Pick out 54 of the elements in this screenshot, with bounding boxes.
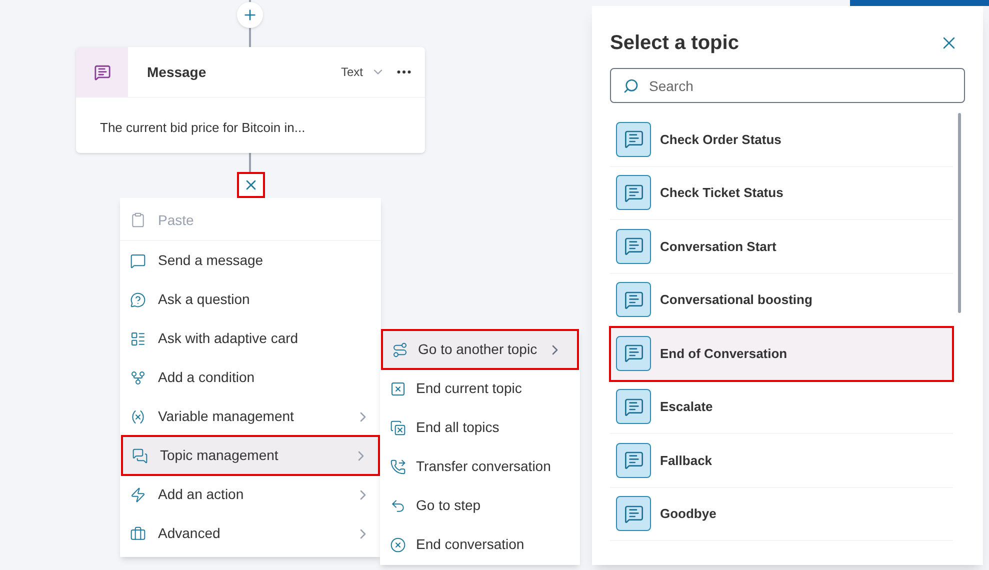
format-dropdown[interactable]: Text (340, 63, 385, 81)
route-arrow-icon (392, 342, 408, 358)
menu-item[interactable]: Topic management (122, 436, 379, 475)
add-node-button[interactable] (237, 2, 263, 28)
briefcase-icon (130, 526, 146, 542)
topic-chat-icon (616, 442, 651, 478)
submenu-item[interactable]: Go to another topic (382, 330, 578, 369)
chat-bubble-icon (130, 252, 146, 268)
submenu-item[interactable]: End all topics (380, 408, 580, 447)
search-field[interactable]: Search (610, 68, 965, 103)
submenu-item[interactable]: Transfer conversation (380, 447, 580, 486)
topic-item[interactable]: Check Order Status (610, 113, 953, 166)
menu-item[interactable]: Ask a question (120, 280, 381, 319)
menu-item[interactable]: Send a message (120, 241, 381, 280)
plus-icon (242, 7, 258, 23)
search-icon (623, 78, 639, 94)
topic-chat-icon (616, 389, 651, 424)
topic-chat-icon (616, 175, 651, 210)
topic-item[interactable]: Conversation Start (610, 220, 953, 274)
message-preview: The current bid price for Bitcoin in... (99, 119, 306, 137)
menu-item[interactable]: Ask with adaptive card (120, 319, 381, 358)
menu-item[interactable]: Add an action (120, 475, 381, 514)
topic-chat-icon (616, 496, 651, 532)
topic-item[interactable]: Check Ticket Status (610, 166, 953, 220)
topic-chat-icon (616, 282, 651, 318)
circle-x-icon (390, 536, 406, 552)
topic-chat-icon (616, 122, 651, 157)
menu-item[interactable]: Add a condition (120, 358, 381, 397)
topic-chat-icon (616, 228, 651, 264)
topic-item[interactable]: Goodbye (610, 488, 953, 541)
submenu-item[interactable]: End conversation (380, 525, 580, 564)
topic-item[interactable]: Escalate (610, 380, 953, 434)
square-x-icon (390, 380, 406, 396)
panel-title: Select a topic (610, 31, 739, 56)
stacked-x-icon (390, 420, 406, 436)
close-menu-button[interactable] (237, 172, 265, 198)
topic-chat-icon (616, 336, 651, 371)
branch-icon (130, 370, 146, 386)
menu-item[interactable]: Variable management (120, 397, 381, 436)
phone-arrow-icon (390, 458, 406, 474)
submenu-item[interactable]: End current topic (380, 369, 580, 408)
variable-icon (130, 408, 146, 424)
node-title: Message (147, 62, 206, 82)
card-list-icon (130, 330, 146, 346)
lightning-icon (130, 486, 146, 502)
clipboard-icon (130, 212, 146, 228)
scrollbar[interactable] (958, 113, 961, 313)
topic-item[interactable]: Fallback (610, 434, 953, 488)
return-arrow-icon (390, 498, 406, 514)
topic-item[interactable]: End of Conversation (610, 327, 953, 380)
chat-bubble-icon (94, 64, 110, 80)
question-bubble-icon (130, 292, 146, 308)
menu-item[interactable]: Advanced (120, 514, 381, 553)
submenu-item[interactable]: Go to step (380, 486, 580, 525)
